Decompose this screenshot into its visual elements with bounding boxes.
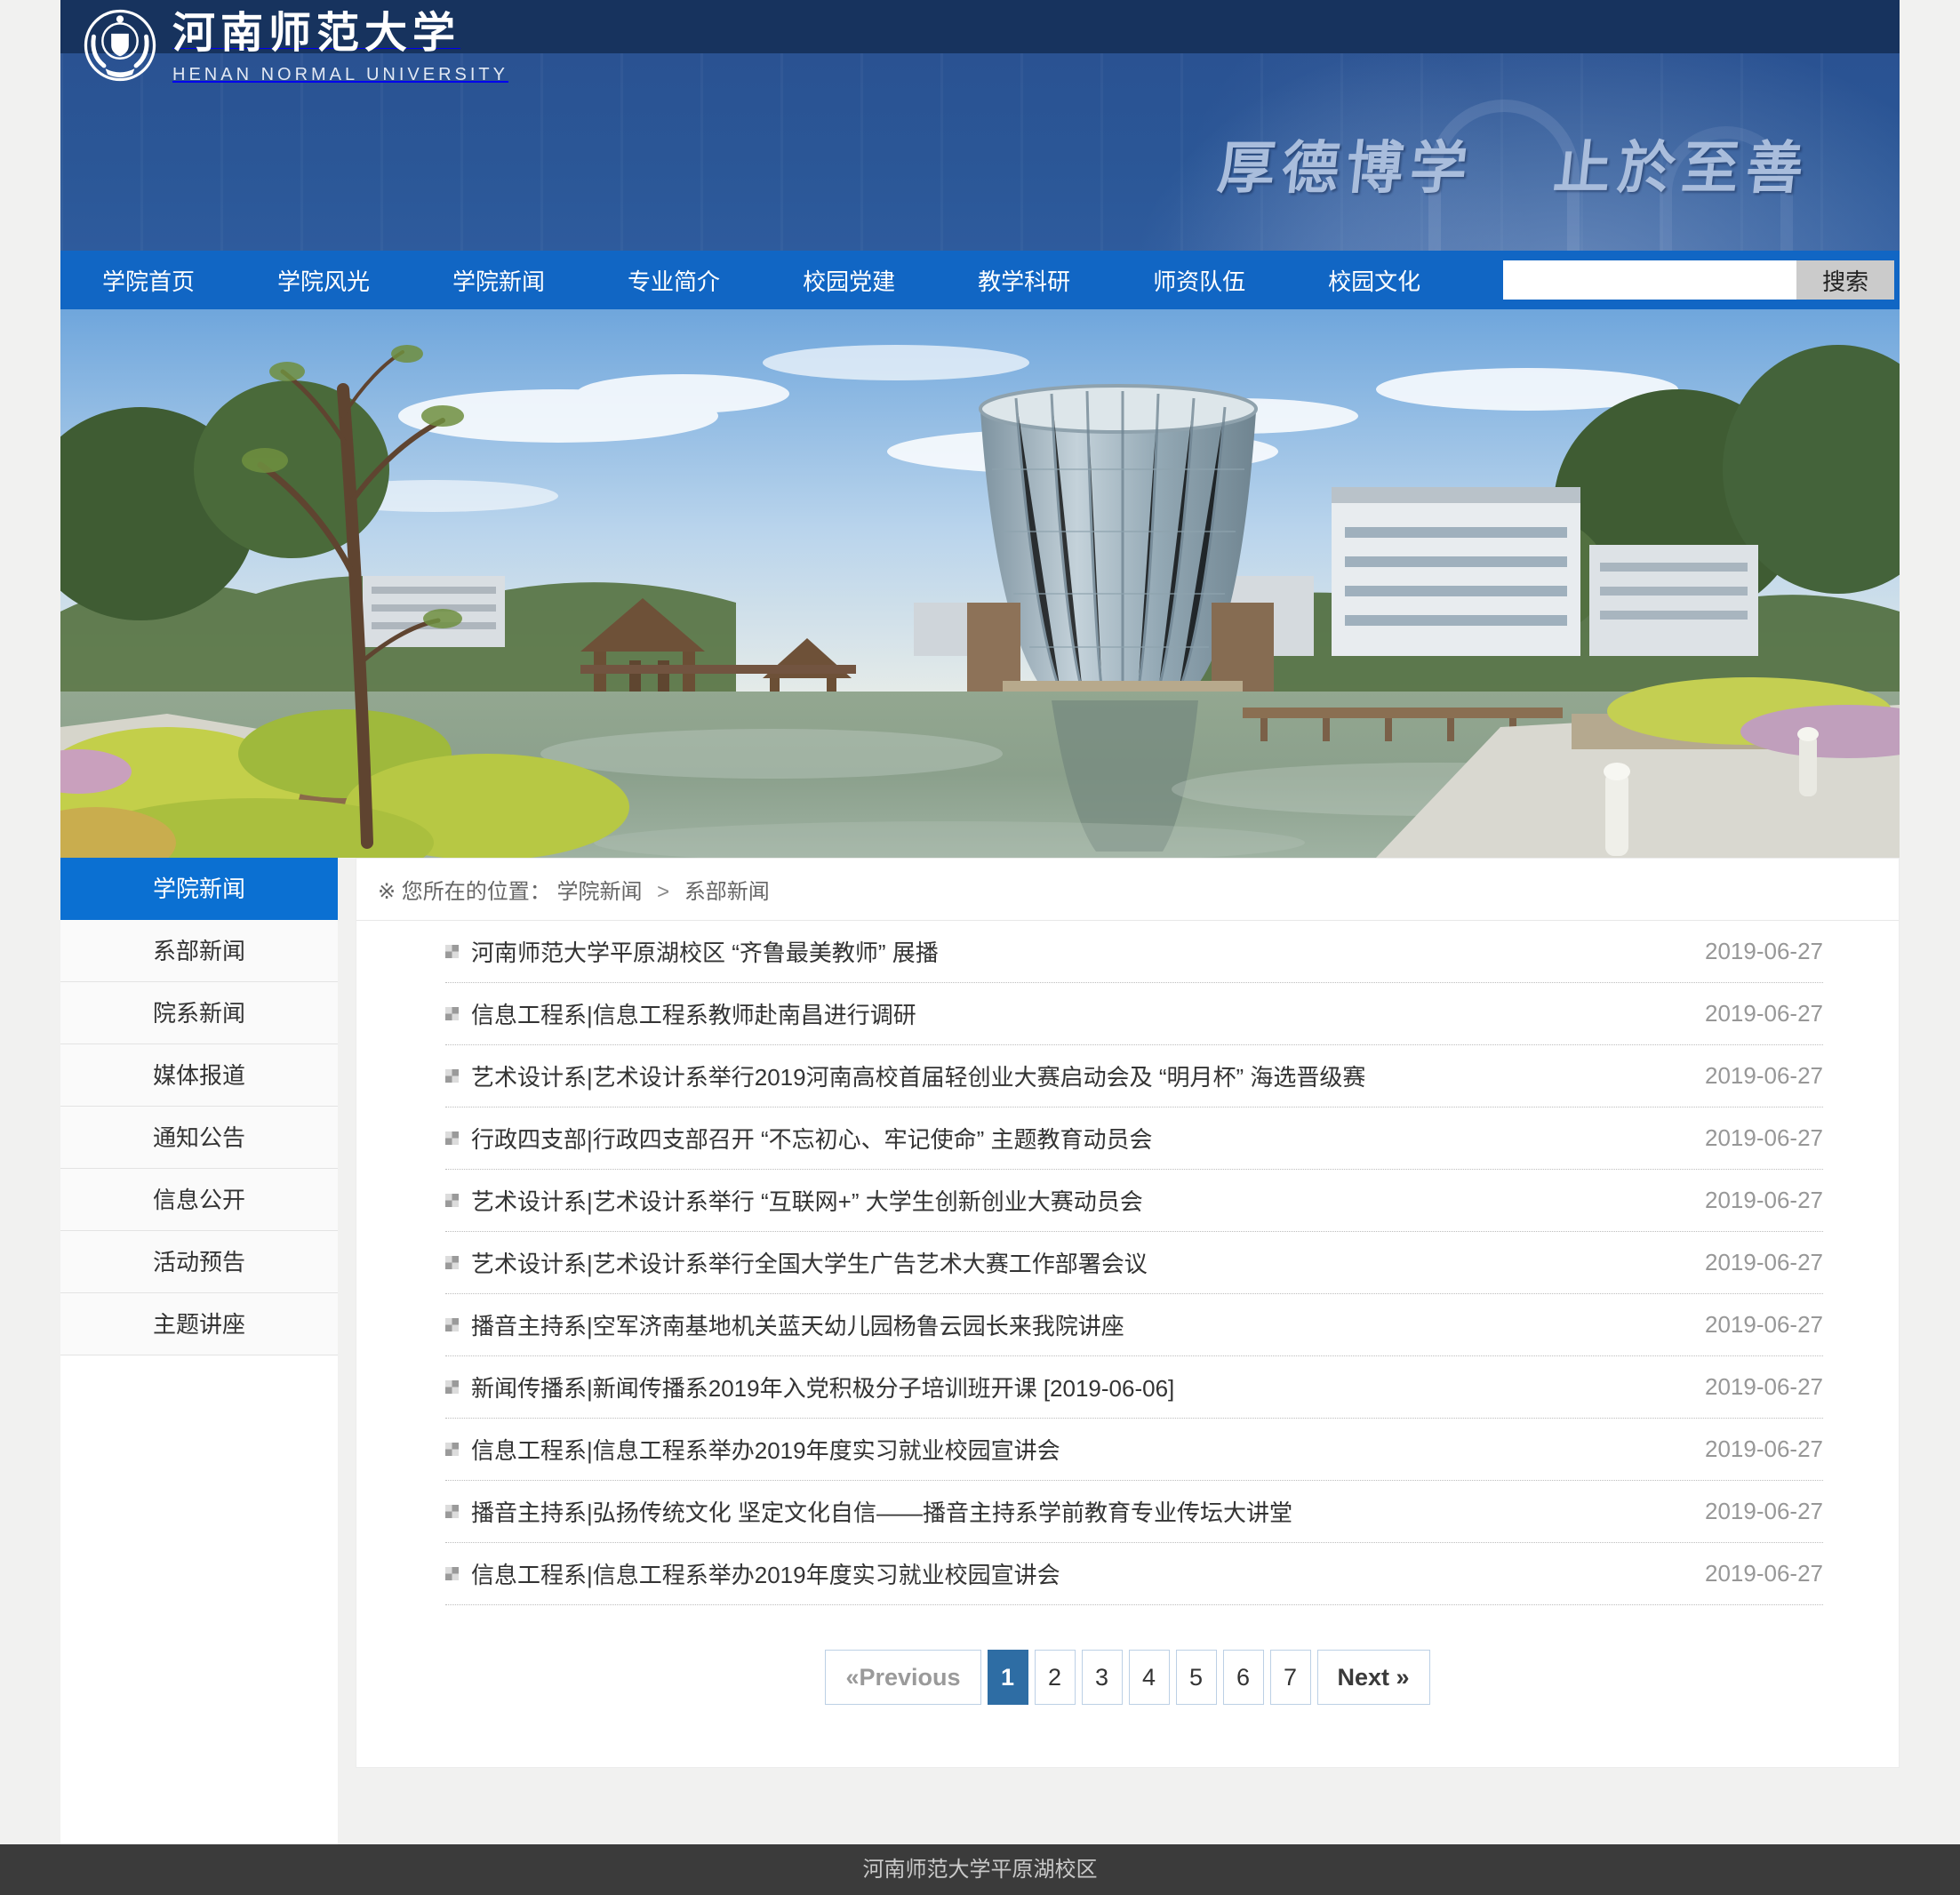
sidebar-item[interactable]: 通知公告 — [60, 1107, 338, 1169]
news-title-link[interactable]: 播音主持系|空军济南基地机关蓝天幼儿园杨鲁云园长来我院讲座 — [471, 1308, 1678, 1341]
news-bullet-icon — [445, 1069, 459, 1083]
news-date: 2019-06-27 — [1705, 1249, 1823, 1276]
pagination-page-button[interactable]: 1 — [988, 1650, 1028, 1705]
site-wrapper: 厚德博学止於至善 河南师范大学 HENAN NORMAL UNIVERSITY … — [60, 0, 1900, 1844]
nav-item[interactable]: 校园文化 — [1328, 264, 1420, 297]
news-row: 播音主持系|空军济南基地机关蓝天幼儿园杨鲁云园长来我院讲座 2019-06-27 — [445, 1294, 1823, 1356]
news-title-link[interactable]: 河南师范大学平原湖校区 “齐鲁最美教师” 展播 — [471, 935, 1678, 968]
news-title-link[interactable]: 艺术设计系|艺术设计系举行 “互联网+” 大学生创新创业大赛动员会 — [471, 1184, 1678, 1217]
footer-text: 河南师范大学平原湖校区 — [863, 1858, 1098, 1882]
nav-item[interactable]: 学院首页 — [102, 264, 195, 297]
breadcrumb: ※ 您所在的位置： 学院新闻 > 系部新闻 — [356, 859, 1899, 921]
breadcrumb-link-level1[interactable]: 学院新闻 — [556, 880, 642, 904]
news-row: 河南师范大学平原湖校区 “齐鲁最美教师” 展播 2019-06-27 — [445, 921, 1823, 983]
news-date: 2019-06-27 — [1705, 1000, 1823, 1027]
nav-item[interactable]: 师资队伍 — [1153, 264, 1245, 297]
news-title-link[interactable]: 艺术设计系|艺术设计系举行全国大学生广告艺术大赛工作部署会议 — [471, 1246, 1678, 1279]
content-area: 学院新闻系部新闻院系新闻媒体报道通知公告信息公开活动预告主题讲座 ※ 您所在的位… — [60, 858, 1900, 1844]
news-row: 信息工程系|信息工程系举办2019年度实习就业校园宣讲会 2019-06-27 — [445, 1419, 1823, 1481]
news-row: 艺术设计系|艺术设计系举行 “互联网+” 大学生创新创业大赛动员会 2019-0… — [445, 1170, 1823, 1232]
news-bullet-icon — [445, 1318, 459, 1331]
news-date: 2019-06-27 — [1705, 1435, 1823, 1463]
news-row: 信息工程系|信息工程系举办2019年度实习就业校园宣讲会 2019-06-27 — [445, 1543, 1823, 1605]
breadcrumb-prefix: ※ 您所在的位置： — [378, 880, 551, 904]
cone-building — [967, 386, 1274, 700]
university-seal-icon — [84, 9, 156, 82]
sidebar-item[interactable]: 信息公开 — [60, 1169, 338, 1231]
news-row: 播音主持系|弘扬传统文化 坚定文化自信——播音主持系学前教育专业传坛大讲堂 20… — [445, 1481, 1823, 1543]
news-date: 2019-06-27 — [1705, 938, 1823, 965]
nav-item[interactable]: 校园党建 — [803, 264, 895, 297]
news-bullet-icon — [445, 1007, 459, 1020]
news-bullet-icon — [445, 1194, 459, 1207]
sidebar-item[interactable]: 主题讲座 — [60, 1293, 338, 1355]
sidebar-item[interactable]: 活动预告 — [60, 1231, 338, 1293]
news-bullet-icon — [445, 1256, 459, 1269]
sidebar-item[interactable]: 学院新闻 — [60, 858, 338, 920]
news-title-link[interactable]: 行政四支部|行政四支部召开 “不忘初心、牢记使命” 主题教育动员会 — [471, 1122, 1678, 1155]
news-title-link[interactable]: 艺术设计系|艺术设计系举行2019河南高校首届轻创业大赛启动会及 “明月杯” 海… — [471, 1059, 1678, 1092]
university-name-zh: 河南师范大学 — [172, 8, 460, 58]
news-date: 2019-06-27 — [1705, 1124, 1823, 1152]
search-button[interactable]: 搜索 — [1796, 260, 1894, 300]
pagination-page-button[interactable]: 6 — [1223, 1650, 1264, 1705]
campus-banner-photo — [60, 309, 1900, 858]
pagination: «Previous 1234567 Next » — [356, 1650, 1899, 1767]
sidebar: 学院新闻系部新闻院系新闻媒体报道通知公告信息公开活动预告主题讲座 — [60, 858, 338, 1844]
news-bullet-icon — [445, 1380, 459, 1394]
news-date: 2019-06-27 — [1705, 1498, 1823, 1525]
nav-item[interactable]: 专业简介 — [628, 264, 720, 297]
news-bullet-icon — [445, 1505, 459, 1518]
news-row: 艺术设计系|艺术设计系举行2019河南高校首届轻创业大赛启动会及 “明月杯” 海… — [445, 1045, 1823, 1107]
search-input[interactable] — [1503, 260, 1796, 300]
news-bullet-icon — [445, 1443, 459, 1456]
nav-item[interactable]: 学院新闻 — [452, 264, 545, 297]
university-name-en: HENAN NORMAL UNIVERSITY — [172, 65, 508, 85]
news-title-link[interactable]: 信息工程系|信息工程系举办2019年度实习就业校园宣讲会 — [471, 1557, 1678, 1590]
news-bullet-icon — [445, 945, 459, 958]
university-logo[interactable]: 河南师范大学 HENAN NORMAL UNIVERSITY — [84, 9, 508, 85]
pagination-page-button[interactable]: 7 — [1270, 1650, 1311, 1705]
university-motto: 厚德博学 止於至善 — [1214, 123, 1815, 204]
news-date: 2019-06-27 — [1705, 1187, 1823, 1214]
motto-part1: 厚德博学 — [1214, 135, 1477, 202]
main-nav: 学院首页 学院风光 学院新闻 专业简介 校园党建 教学科研 师资队伍 校园文化 搜索 — [60, 251, 1900, 309]
sidebar-item[interactable]: 系部新闻 — [60, 920, 338, 982]
search-bar: 搜索 — [1503, 260, 1894, 300]
news-date: 2019-06-27 — [1705, 1560, 1823, 1587]
breadcrumb-separator: > — [657, 880, 669, 904]
nav-item[interactable]: 教学科研 — [978, 264, 1070, 297]
news-bullet-icon — [445, 1567, 459, 1580]
pagination-previous-button[interactable]: «Previous — [825, 1650, 980, 1705]
pagination-next-button[interactable]: Next » — [1317, 1650, 1430, 1705]
news-date: 2019-06-27 — [1705, 1062, 1823, 1090]
news-bullet-icon — [445, 1131, 459, 1145]
news-row: 信息工程系|信息工程系教师赴南昌进行调研 2019-06-27 — [445, 983, 1823, 1045]
sidebar-item[interactable]: 媒体报道 — [60, 1044, 338, 1107]
news-list: 河南师范大学平原湖校区 “齐鲁最美教师” 展播 2019-06-27 信息工程系… — [356, 921, 1899, 1605]
motto-part2: 止於至善 — [1550, 135, 1813, 202]
sidebar-item[interactable]: 院系新闻 — [60, 982, 338, 1044]
news-date: 2019-06-27 — [1705, 1373, 1823, 1401]
news-row: 行政四支部|行政四支部召开 “不忘初心、牢记使命” 主题教育动员会 2019-0… — [445, 1107, 1823, 1170]
pagination-page-button[interactable]: 4 — [1129, 1650, 1170, 1705]
pagination-page-button[interactable]: 3 — [1082, 1650, 1123, 1705]
breadcrumb-link-level2[interactable]: 系部新闻 — [684, 880, 770, 904]
campus-scene — [60, 309, 1900, 858]
pagination-page-button[interactable]: 2 — [1035, 1650, 1076, 1705]
news-row: 新闻传播系|新闻传播系2019年入党积极分子培训班开课 [2019-06-06]… — [445, 1356, 1823, 1419]
news-title-link[interactable]: 播音主持系|弘扬传统文化 坚定文化自信——播音主持系学前教育专业传坛大讲堂 — [471, 1495, 1678, 1528]
site-footer: 河南师范大学平原湖校区 — [0, 1844, 1960, 1895]
news-row: 艺术设计系|艺术设计系举行全国大学生广告艺术大赛工作部署会议 2019-06-2… — [445, 1232, 1823, 1294]
nav-item[interactable]: 学院风光 — [277, 264, 370, 297]
pagination-page-button[interactable]: 5 — [1176, 1650, 1217, 1705]
news-title-link[interactable]: 新闻传播系|新闻传播系2019年入党积极分子培训班开课 [2019-06-06] — [471, 1371, 1678, 1403]
site-header: 厚德博学 止於至善 河南师范大学 HENAN NORMAL UNIVERSITY — [60, 0, 1900, 251]
news-date: 2019-06-27 — [1705, 1311, 1823, 1339]
news-title-link[interactable]: 信息工程系|信息工程系教师赴南昌进行调研 — [471, 997, 1678, 1030]
main-column: ※ 您所在的位置： 学院新闻 > 系部新闻 河南师范大学平原湖校区 “齐鲁最美教… — [356, 858, 1900, 1844]
pagination-pages: 1234567 — [988, 1650, 1317, 1705]
main-panel: ※ 您所在的位置： 学院新闻 > 系部新闻 河南师范大学平原湖校区 “齐鲁最美教… — [356, 858, 1900, 1768]
news-title-link[interactable]: 信息工程系|信息工程系举办2019年度实习就业校园宣讲会 — [471, 1433, 1678, 1466]
